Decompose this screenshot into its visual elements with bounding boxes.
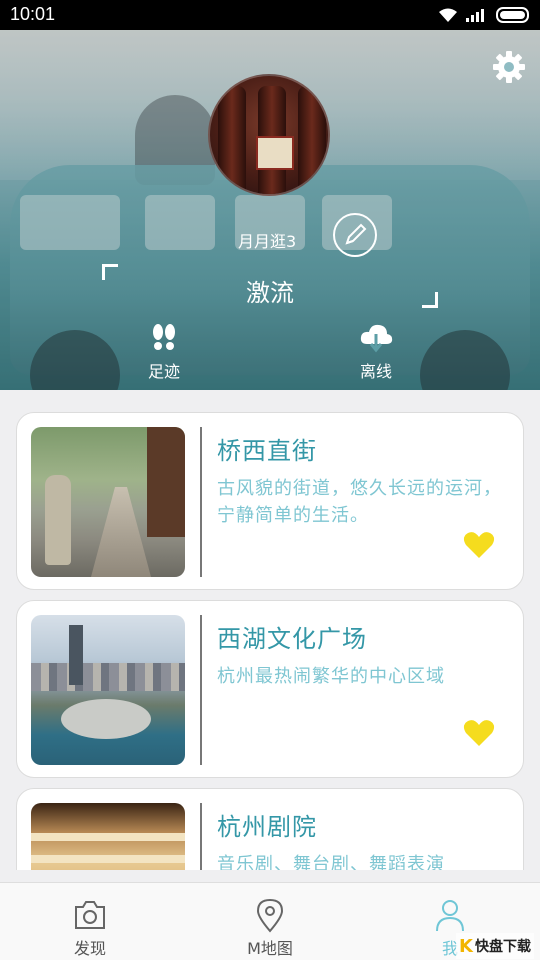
- camera-icon: [75, 901, 105, 929]
- edit-profile-button[interactable]: [333, 213, 377, 257]
- nav-map[interactable]: M地图: [220, 897, 320, 959]
- watermark-text: 快盘下载: [475, 939, 531, 955]
- quote-bracket-close: [422, 292, 438, 308]
- place-thumbnail: [31, 615, 185, 765]
- place-title: 杭州剧院: [217, 813, 317, 841]
- footprints-button[interactable]: 足迹: [124, 322, 204, 382]
- nav-discover[interactable]: 发现: [40, 897, 140, 959]
- profile-header: 月月逛3 激流 足迹 离线: [0, 30, 540, 390]
- username: 月月逛3: [238, 232, 297, 251]
- battery-icon: [496, 7, 529, 23]
- bottom-nav: 发现 M地图 我 K 快盘下载: [0, 882, 540, 960]
- pencil-icon: [345, 223, 367, 245]
- place-thumbnail: [31, 427, 185, 577]
- status-icons: [438, 5, 532, 25]
- heart-icon[interactable]: [463, 531, 495, 559]
- status-time: 10:01: [10, 4, 56, 24]
- place-thumbnail: [31, 803, 185, 870]
- watermark: K 快盘下载: [456, 933, 534, 959]
- place-title: 西湖文化广场: [217, 625, 367, 653]
- map-pin-icon: [256, 898, 284, 933]
- place-card[interactable]: 桥西直街 古风貌的街道，悠久长远的运河，宁静简单的生活。: [16, 412, 524, 590]
- bottle-label: [256, 136, 294, 170]
- place-description: 杭州最热闹繁华的中心区域: [217, 666, 445, 687]
- nav-discover-label: 发现: [73, 939, 106, 958]
- wifi-icon: [439, 8, 457, 22]
- place-description: 古风貌的街道，悠久长远的运河，宁静简单的生活。: [217, 478, 502, 526]
- footprints-label: 足迹: [147, 362, 180, 381]
- footprints-icon: [153, 324, 175, 350]
- place-card[interactable]: 西湖文化广场 杭州最热闹繁华的中心区域: [16, 600, 524, 778]
- place-title: 桥西直街: [217, 437, 317, 465]
- watermark-logo-icon: K: [459, 935, 473, 957]
- offline-label: 离线: [359, 362, 392, 381]
- offline-button[interactable]: 离线: [336, 322, 416, 382]
- signature-text: 激流: [246, 279, 294, 307]
- place-description: 音乐剧、舞台剧、舞蹈表演: [217, 854, 445, 870]
- nav-map-label: M地图: [247, 939, 293, 958]
- gear-icon[interactable]: [492, 50, 526, 84]
- avatar[interactable]: [208, 74, 330, 196]
- places-list[interactable]: 桥西直街 古风貌的街道，悠久长远的运河，宁静简单的生活。 西湖文化广场 杭州最热…: [0, 390, 540, 870]
- cloud-download-icon: [360, 324, 393, 353]
- status-bar: 10:01: [0, 0, 540, 30]
- signal-icon: [466, 9, 484, 22]
- place-card[interactable]: 杭州剧院 音乐剧、舞台剧、舞蹈表演: [16, 788, 524, 870]
- person-icon: [436, 900, 464, 932]
- heart-icon[interactable]: [463, 719, 495, 747]
